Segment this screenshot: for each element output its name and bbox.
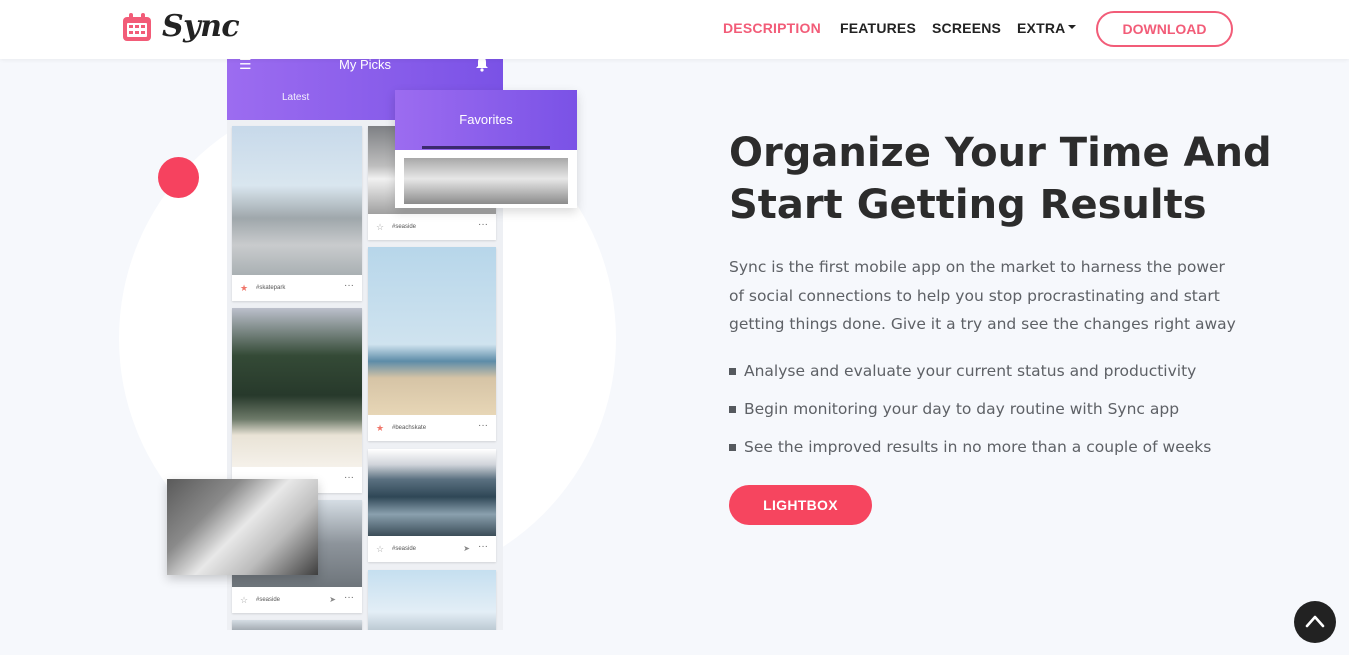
nav-extra-dropdown[interactable]: EXTRA bbox=[1017, 20, 1077, 36]
more-icon: ··· bbox=[344, 472, 354, 483]
more-icon: ··· bbox=[344, 280, 354, 291]
card-tag: #skatepark bbox=[256, 285, 286, 291]
headline-line-1: Organize Your Time And bbox=[729, 130, 1272, 176]
photo-card bbox=[368, 570, 496, 630]
photo-image bbox=[232, 308, 362, 467]
favorites-image bbox=[404, 158, 568, 204]
headline-line-2: Start Getting Results bbox=[729, 182, 1207, 228]
star-icon: ☆ bbox=[376, 222, 385, 232]
card-tag: #seaside bbox=[392, 224, 417, 230]
hero-description: Sync is the first mobile app on the mark… bbox=[729, 258, 1236, 333]
photo-image bbox=[368, 449, 496, 536]
feature-list: Analyse and evaluate your current status… bbox=[729, 352, 1211, 466]
download-button[interactable]: DOWNLOAD bbox=[1096, 11, 1233, 47]
photo-image bbox=[368, 570, 496, 630]
more-icon: ··· bbox=[478, 420, 488, 431]
photo-card: ☆ #seaside ➤ ··· bbox=[368, 449, 496, 562]
calendar-icon bbox=[123, 12, 151, 41]
feature-item: See the improved results in no more than… bbox=[729, 428, 1211, 466]
nav-screens[interactable]: SCREENS bbox=[932, 20, 1001, 36]
lightbox-button[interactable]: LIGHTBOX bbox=[729, 485, 872, 525]
photo-card bbox=[232, 620, 362, 630]
star-icon: ★ bbox=[240, 283, 249, 293]
photo-card: ··· bbox=[232, 308, 362, 493]
more-icon: ··· bbox=[478, 219, 488, 230]
card-footer: ★ #beachskate ··· bbox=[368, 415, 496, 441]
phone-tab-latest: Latest bbox=[282, 92, 310, 103]
photo-card: ★ #skatepark ··· bbox=[232, 126, 362, 301]
feature-item: Analyse and evaluate your current status… bbox=[729, 352, 1211, 390]
chevron-up-icon bbox=[1305, 615, 1325, 628]
photo-card: ★ #beachskate ··· bbox=[368, 247, 496, 441]
hero-headline: Organize Your Time And Start Getting Res… bbox=[729, 127, 1289, 231]
caret-down-icon bbox=[1068, 25, 1077, 30]
card-tag: #seaside bbox=[392, 546, 417, 552]
nav-description[interactable]: DESCRIPTION bbox=[723, 20, 821, 36]
card-footer: ☆ #seaside ➤ ··· bbox=[232, 587, 362, 613]
star-icon: ☆ bbox=[376, 544, 385, 554]
photo-image bbox=[368, 247, 496, 415]
star-icon: ★ bbox=[376, 423, 385, 433]
star-icon: ☆ bbox=[240, 595, 249, 605]
more-icon: ··· bbox=[478, 541, 488, 552]
brand-name: Sync bbox=[162, 9, 240, 44]
card-footer: ☆ #seaside ··· bbox=[368, 214, 496, 240]
phone-title: My Picks bbox=[339, 57, 391, 72]
photo-image bbox=[232, 620, 362, 630]
favorites-card: Favorites bbox=[395, 90, 577, 208]
feature-item: Begin monitoring your day to day routine… bbox=[729, 390, 1211, 428]
nav-features[interactable]: FEATURES bbox=[840, 20, 916, 36]
nav-extra-label: EXTRA bbox=[1017, 20, 1066, 36]
card-footer: ☆ #seaside ➤ ··· bbox=[368, 536, 496, 562]
decorative-dot bbox=[158, 157, 199, 198]
floating-photo bbox=[167, 479, 318, 575]
tab-indicator bbox=[422, 146, 550, 149]
back-to-top-button[interactable] bbox=[1294, 601, 1336, 643]
navbar: Sync DESCRIPTION FEATURES SCREENS EXTRA … bbox=[0, 0, 1349, 59]
send-icon: ➤ bbox=[463, 544, 470, 553]
favorites-header: Favorites bbox=[395, 90, 577, 150]
brand-logo[interactable]: Sync bbox=[122, 9, 240, 44]
send-icon: ➤ bbox=[329, 595, 336, 604]
more-icon: ··· bbox=[344, 592, 354, 603]
photo-image bbox=[232, 126, 362, 275]
card-footer: ★ #skatepark ··· bbox=[232, 275, 362, 301]
card-tag: #beachskate bbox=[392, 425, 427, 431]
card-tag: #seaside bbox=[256, 597, 281, 603]
